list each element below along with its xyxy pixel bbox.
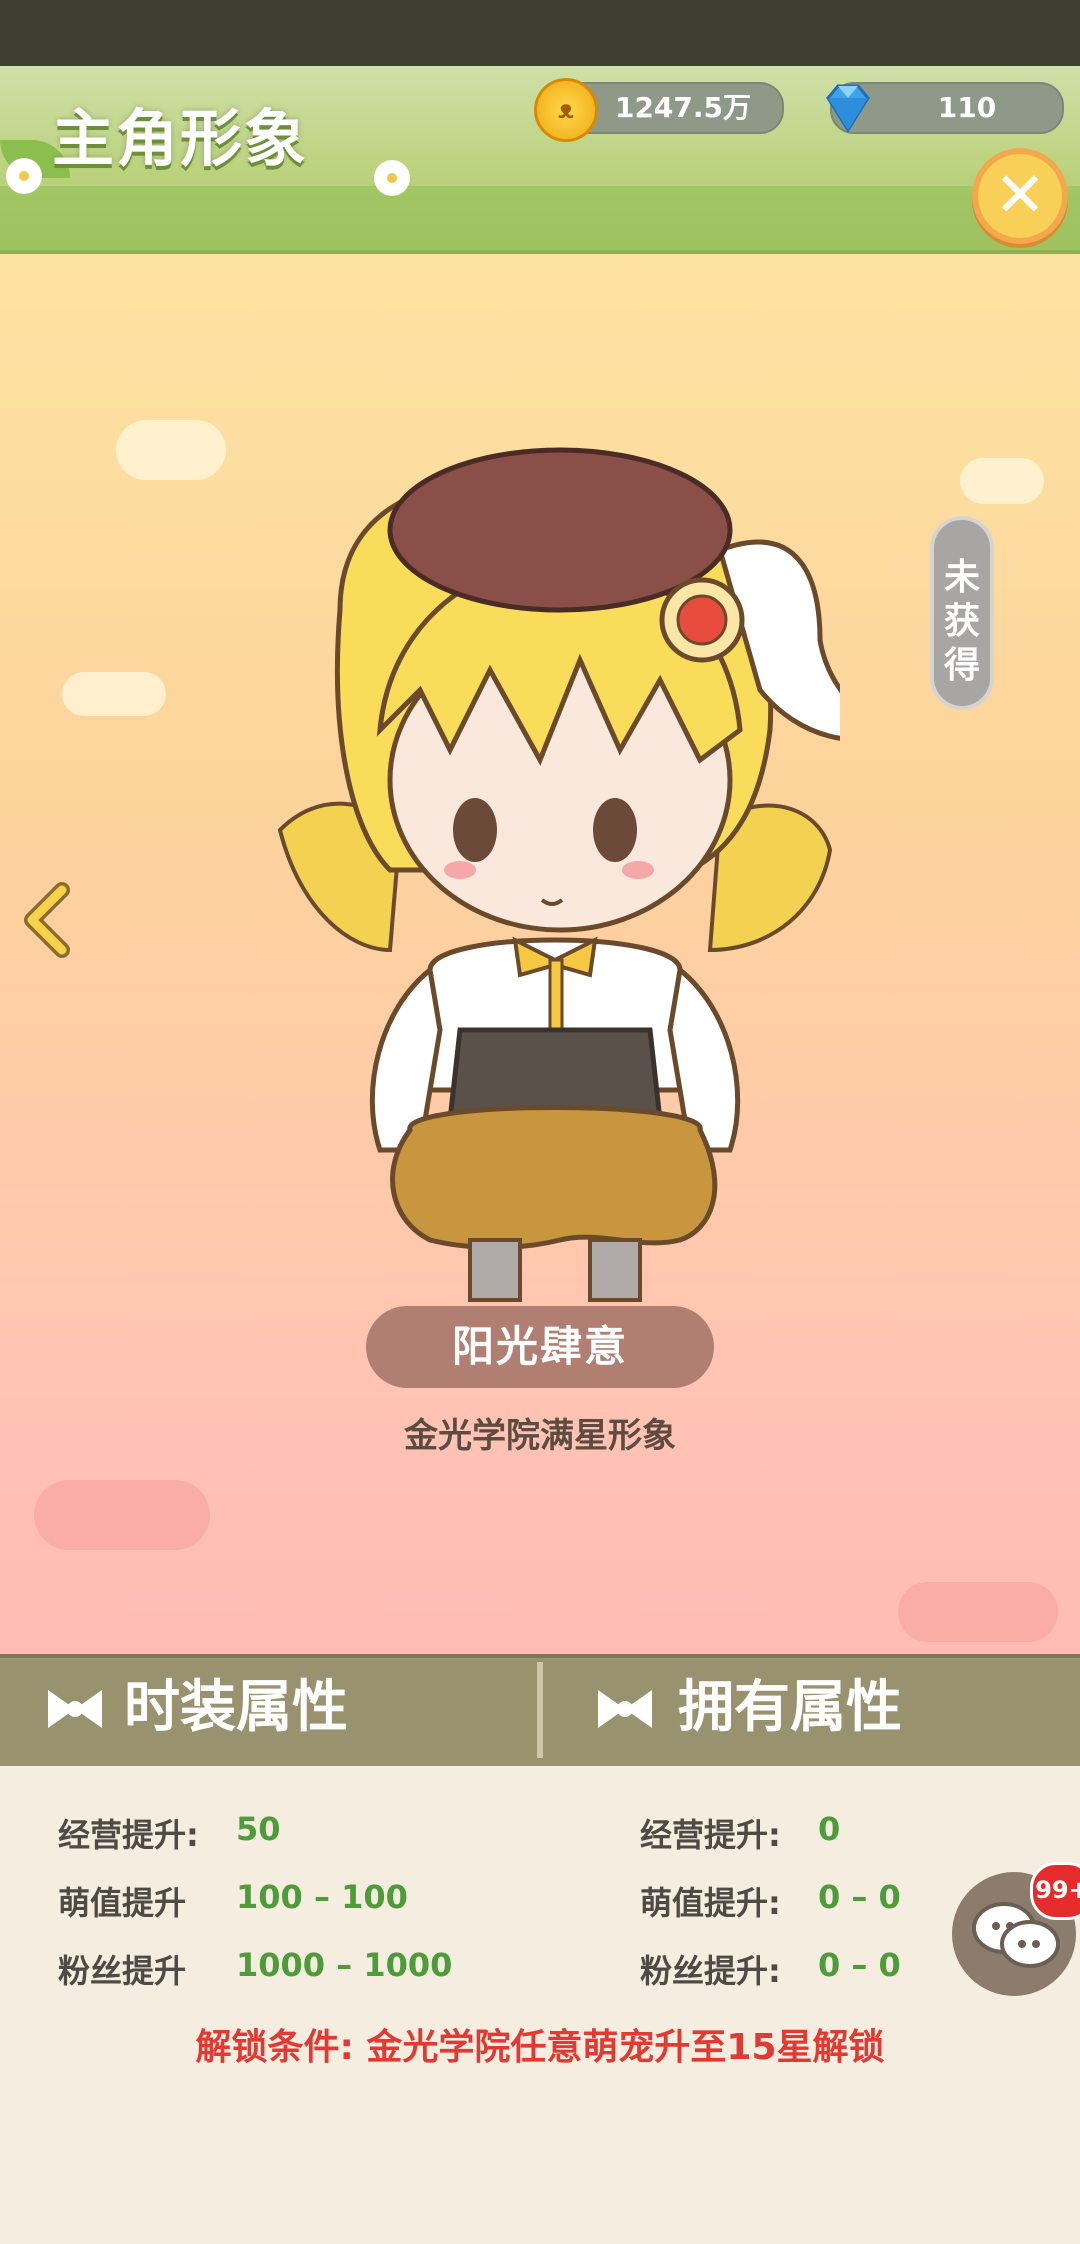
stat-value: 0 <box>818 1810 841 1848</box>
owned-attributes-title: 拥有属性 <box>678 1675 902 1740</box>
gem-counter[interactable]: 110 <box>826 82 1064 134</box>
status-badge-char: 未 <box>943 557 980 598</box>
gem-amount: 110 <box>937 91 997 124</box>
close-button[interactable]: ✕ <box>972 148 1068 244</box>
coin-counter[interactable]: ᴥ 1247.5万 <box>534 78 784 142</box>
status-badge-not-owned: 未 获 得 <box>930 516 994 710</box>
diamond-icon <box>826 84 870 133</box>
character-illustration <box>277 447 840 1302</box>
bow-icon <box>48 1690 102 1728</box>
coin-amount: 1247.5万 <box>614 91 752 124</box>
cloud-decoration <box>116 420 226 480</box>
stat-label: 经营提升: <box>640 1816 781 1854</box>
flower-decoration <box>378 164 406 192</box>
fashion-attributes-title: 时装属性 <box>124 1675 348 1740</box>
status-badge-char: 得 <box>943 645 980 686</box>
stat-value: 1000 – 1000 <box>236 1946 453 1984</box>
page-title: 主角形象 <box>52 102 309 175</box>
unlock-condition: 解锁条件: 金光学院任意萌宠升至15星解锁 <box>195 2027 885 2068</box>
stat-value: 0 – 0 <box>818 1946 901 1984</box>
cloud-decoration <box>960 458 1044 504</box>
cloud-decoration <box>898 1582 1058 1642</box>
stat-label: 萌值提升 <box>58 1884 187 1922</box>
stat-label: 粉丝提升: <box>640 1952 781 1990</box>
stat-value: 50 <box>236 1810 281 1848</box>
cloud-decoration <box>62 672 166 716</box>
coin-icon: ᴥ <box>534 78 598 142</box>
stat-value: 100 – 100 <box>236 1878 408 1916</box>
flower-decoration <box>10 162 38 190</box>
bow-icon <box>598 1690 652 1728</box>
stat-label: 经营提升: <box>58 1816 199 1854</box>
notification-badge: 99+ <box>1030 1862 1080 1920</box>
stat-label: 萌值提升: <box>640 1884 781 1922</box>
header-band <box>0 186 1080 250</box>
stat-label: 粉丝提升 <box>58 1952 187 1990</box>
cloud-decoration <box>34 1480 210 1550</box>
prev-arrow-icon[interactable] <box>18 880 78 960</box>
top-decor-strip <box>0 0 1080 66</box>
status-badge-char: 获 <box>943 601 980 642</box>
character-subtitle: 金光学院满星形象 <box>404 1416 676 1456</box>
stat-value: 0 – 0 <box>818 1878 901 1916</box>
attribute-divider <box>537 1662 543 1758</box>
character-name: 阳光肆意 <box>366 1306 714 1388</box>
